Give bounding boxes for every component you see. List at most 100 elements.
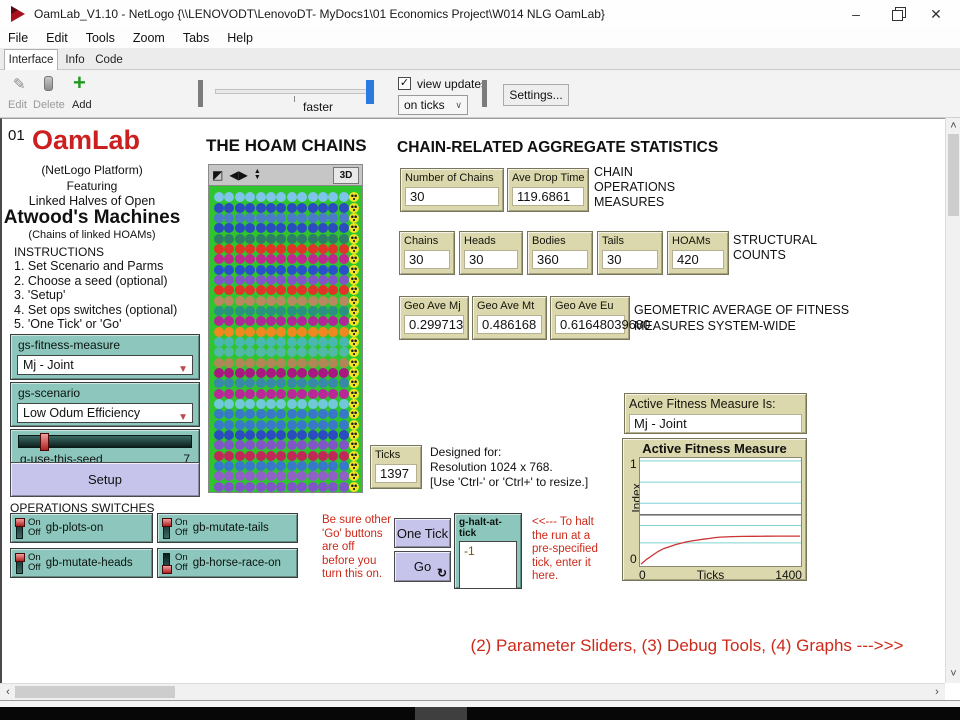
subtitle-linked-halves: Linked Halves of Open (2, 194, 182, 208)
vertical-scrollbar[interactable]: ˄ ˅ (945, 118, 960, 683)
go-button[interactable]: Go ↻ (394, 551, 451, 582)
subtitle-atwoods: Atwood's Machines (2, 207, 182, 229)
netlogo-app-icon (9, 5, 27, 23)
switch-gb-horse-race-on[interactable]: OnOff gb-horse-race-on (157, 548, 298, 578)
caption-chain-operations: CHAINOPERATIONSMEASURES (594, 165, 675, 210)
menu-edit[interactable]: Edit (46, 31, 68, 45)
chooser-name: gs-scenario (11, 383, 199, 400)
tab-code[interactable]: Code (92, 50, 126, 70)
instructions-list: 1. Set Scenario and Parms2. Choose a see… (14, 259, 177, 332)
chooser-value-field[interactable]: Mj - Joint ▼ (17, 355, 193, 375)
switch-gb-mutate-tails[interactable]: OnOff gb-mutate-tails (157, 513, 298, 543)
scroll-up-icon[interactable]: ˄ (946, 119, 960, 134)
scroll-left-icon[interactable]: ‹ (2, 685, 14, 700)
netlogo-window: OamLab_V1.10 - NetLogo {\\LENOVODT\Lenov… (0, 0, 960, 720)
switch-gb-mutate-heads[interactable]: OnOff gb-mutate-heads (10, 548, 153, 578)
input-g-halt-at-tick[interactable]: g-halt-at-tick -1 (454, 513, 522, 589)
window-title: OamLab_V1.10 - NetLogo {\\LENOVODT\Lenov… (34, 7, 605, 21)
setup-button[interactable]: Setup (10, 462, 200, 497)
vertical-scroll-thumb[interactable] (948, 134, 959, 216)
window-bottom-edge (0, 700, 960, 707)
switch-toggle-icon[interactable] (16, 553, 23, 574)
menu-zoom[interactable]: Zoom (133, 31, 165, 45)
taskbar-segment (415, 707, 467, 720)
switch-name: gb-plots-on (46, 522, 104, 534)
switch-name: gb-mutate-tails (193, 522, 269, 534)
plot-x-max-label: 1400 (775, 568, 802, 582)
add-plus-icon: + (73, 70, 86, 96)
model-number: 01 (8, 127, 25, 144)
minimize-button[interactable]: – (836, 0, 876, 28)
horizontal-scrollbar[interactable]: ‹ › (0, 683, 945, 700)
tab-info[interactable]: Info (60, 50, 90, 70)
monitor-tails: Tails30 (597, 231, 663, 275)
monitor-ticks: Ticks1397 (370, 445, 422, 489)
plot-y-min-label: 0 (630, 552, 637, 566)
menu-tools[interactable]: Tools (86, 31, 115, 45)
pan-vertical-icon[interactable]: ▲▼ (254, 169, 261, 181)
chooser-gs-fitness-measure[interactable]: gs-fitness-measure Mj - Joint ▼ (10, 334, 200, 380)
switch-toggle-icon[interactable] (16, 518, 23, 539)
view-updates-checkbox[interactable]: ✓ (398, 77, 411, 90)
instructions-title: INSTRUCTIONS (14, 245, 104, 259)
plot-title: Active Fitness Measure (623, 439, 806, 456)
monitor-ave-drop-time: Ave Drop Time 119.6861 (507, 168, 589, 212)
menu-help[interactable]: Help (227, 31, 253, 45)
settings-button[interactable]: Settings... (503, 84, 569, 106)
switch-gb-plots-on[interactable]: OnOff gb-plots-on (10, 513, 153, 543)
delete-eraser-icon (44, 76, 53, 91)
warning-halt-tick: <<--- To haltthe run at apre-specifiedti… (532, 516, 612, 584)
close-button[interactable]: ✕ (916, 0, 956, 28)
monitor-bodies: Bodies360 (527, 231, 593, 275)
slider-track[interactable] (18, 435, 192, 448)
delete-tool-label[interactable]: Delete (33, 99, 65, 111)
edit-pencil-icon: ✎ (13, 75, 26, 93)
titlebar: OamLab_V1.10 - NetLogo {\\LENOVODT\Lenov… (0, 0, 960, 28)
monitor-chains: Chains30 (399, 231, 455, 275)
speed-slider-track[interactable] (215, 89, 373, 94)
scroll-right-icon[interactable]: › (931, 685, 943, 700)
switch-name: gb-mutate-heads (46, 557, 133, 569)
update-mode-dropdown[interactable]: on ticks ∨ (398, 95, 468, 115)
model-title: OamLab (32, 125, 140, 156)
input-name: g-halt-at-tick (459, 517, 517, 539)
input-value-field[interactable]: -1 (459, 541, 517, 589)
scroll-down-icon[interactable]: ˅ (946, 667, 960, 682)
footer-navigation-note: (2) Parameter Sliders, (3) Debug Tools, … (462, 636, 912, 656)
toolbar-separator-2 (482, 80, 487, 107)
slider-handle[interactable] (40, 433, 49, 451)
shear-view-icon[interactable]: ◩ (212, 169, 223, 181)
toolbar: ✎ Edit Delete + Add Abc defghi jkl Note … (0, 70, 960, 118)
chooser-value-field[interactable]: Low Odum Efficiency ▼ (17, 403, 193, 423)
world-canvas[interactable] (208, 186, 363, 493)
switch-toggle-icon[interactable] (163, 553, 170, 574)
chooser-name: gs-fitness-measure (11, 335, 199, 352)
speed-slider-handle[interactable] (366, 80, 374, 104)
chooser-gs-scenario[interactable]: gs-scenario Low Odum Efficiency ▼ (10, 382, 200, 427)
view-3d-button[interactable]: 3D (333, 167, 359, 184)
switch-name: gb-horse-race-on (193, 557, 281, 569)
restore-button[interactable] (876, 0, 916, 28)
switch-toggle-icon[interactable] (163, 518, 170, 539)
chevron-down-icon: ∨ (455, 100, 467, 111)
subtitle-platform: (NetLogo Platform) (2, 163, 182, 177)
plot-canvas (639, 457, 802, 567)
chooser-value: Low Odum Efficiency (23, 406, 140, 420)
monitor-heads: Heads30 (459, 231, 523, 275)
one-tick-button[interactable]: One Tick (394, 518, 451, 548)
caption-structural-counts: STRUCTURALCOUNTS (733, 233, 817, 263)
tab-interface[interactable]: Interface (4, 49, 58, 70)
edit-tool-label[interactable]: Edit (8, 99, 27, 111)
world-heading: THE HOAM CHAINS (206, 136, 367, 156)
pan-horizontal-icon[interactable]: ◀▶ (229, 169, 247, 181)
horizontal-scroll-thumb[interactable] (15, 686, 175, 698)
monitor-active-fitness-measure-is: Active Fitness Measure Is: Mj - Joint (624, 393, 807, 434)
close-icon: ✕ (930, 6, 942, 23)
monitor-geo-ave-mj: Geo Ave Mj0.299713 (399, 296, 469, 340)
menu-tabs[interactable]: Tabs (183, 31, 209, 45)
speed-faster-label: faster (303, 100, 333, 114)
add-tool-label[interactable]: Add (72, 99, 92, 111)
chooser-value: Mj - Joint (23, 358, 74, 372)
menu-file[interactable]: File (8, 31, 28, 45)
toolbar-separator (198, 80, 203, 107)
